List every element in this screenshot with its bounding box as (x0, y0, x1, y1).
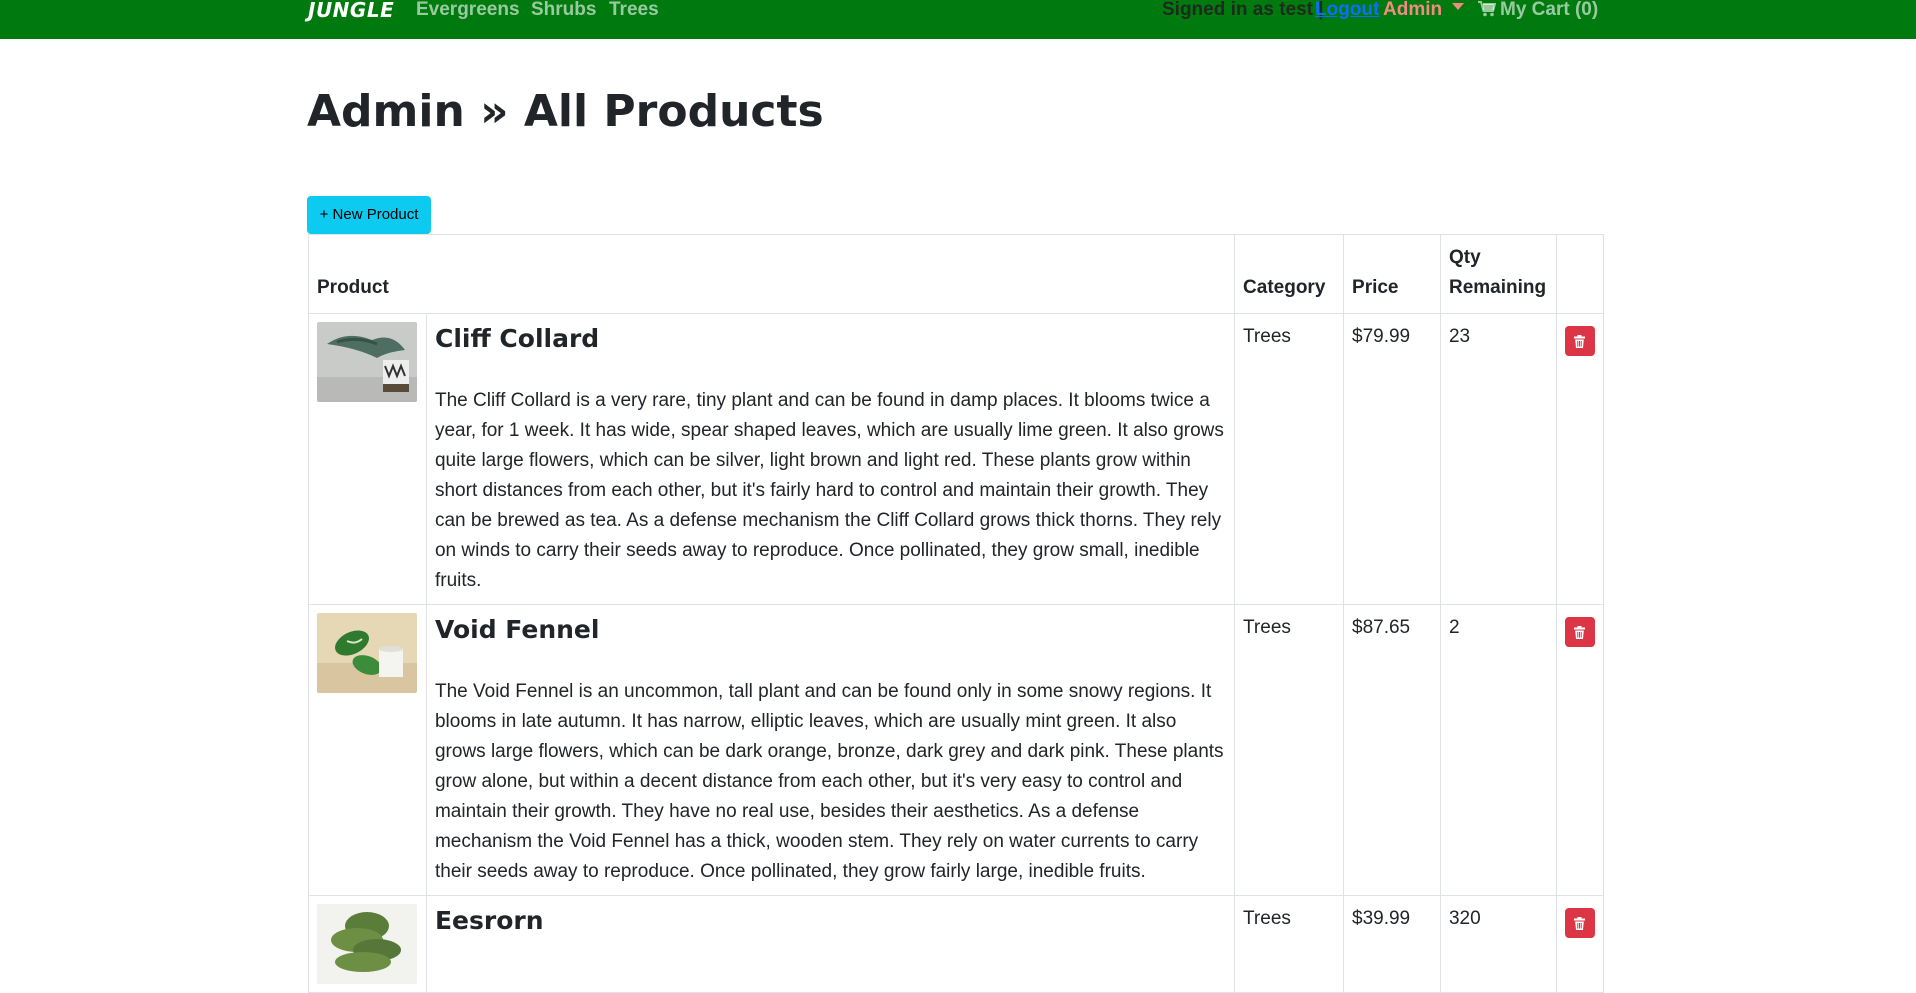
cart-icon (1478, 1, 1497, 17)
product-qty: 320 (1439, 895, 1557, 993)
trash-icon (1574, 916, 1586, 930)
product-info-cell: Eesrorn (425, 895, 1236, 993)
header-actions (1555, 234, 1605, 314)
product-image-cell (308, 604, 427, 896)
delete-product-button[interactable] (1564, 908, 1595, 938)
delete-product-button[interactable] (1564, 326, 1595, 356)
table-row: Cliff Collard The Cliff Collard is a ver… (308, 313, 1605, 605)
table-header-row: Product Category Price Qty Remaining (307, 234, 1605, 314)
header-price: Price (1343, 234, 1441, 314)
trash-icon (1574, 334, 1586, 348)
product-image (317, 613, 417, 693)
brand-logo[interactable]: JUNGLE (308, 0, 394, 22)
product-price: $79.99 (1343, 313, 1441, 605)
product-price: $87.65 (1343, 604, 1441, 896)
new-product-button[interactable]: + New Product (307, 196, 431, 234)
product-category: Trees (1234, 604, 1345, 896)
product-image-cell (308, 895, 427, 993)
product-info-cell: Cliff Collard The Cliff Collard is a ver… (425, 313, 1236, 605)
header-product: Product (307, 234, 1236, 314)
product-category: Trees (1234, 895, 1345, 993)
product-description: The Cliff Collard is a very rare, tiny p… (434, 390, 1224, 591)
signed-in-text: Signed in as test | (1162, 0, 1324, 20)
products-table: Product Category Price Qty Remaining Cli… (307, 234, 1605, 993)
product-qty: 2 (1439, 604, 1557, 896)
product-name: Void Fennel (434, 615, 600, 644)
product-description: The Void Fennel is an uncommon, tall pla… (434, 681, 1224, 882)
product-image-cell (308, 313, 427, 605)
nav-link-evergreens[interactable]: Evergreens (416, 0, 520, 21)
product-qty: 23 (1439, 313, 1557, 605)
product-actions-cell (1555, 895, 1605, 993)
admin-dropdown-label: Admin (1383, 0, 1443, 20)
cart-link[interactable]: My Cart (0) (1478, 0, 1598, 21)
caret-down-icon (1452, 3, 1465, 11)
product-price: $39.99 (1343, 895, 1441, 993)
product-image (317, 904, 417, 984)
product-actions-cell (1555, 604, 1605, 896)
nav-link-shrubs[interactable]: Shrubs (531, 0, 596, 21)
page-title: Admin » All Products (307, 86, 824, 137)
product-category: Trees (1234, 313, 1345, 605)
navbar: JUNGLE Evergreens Shrubs Trees Signed in… (0, 0, 1916, 39)
admin-dropdown[interactable]: Admin (1383, 0, 1465, 21)
nav-link-trees[interactable]: Trees (609, 0, 659, 21)
product-name: Eesrorn (434, 906, 544, 935)
header-qty: Qty Remaining (1439, 234, 1557, 314)
table-row: Eesrorn Trees $39.99 320 (308, 895, 1605, 993)
product-actions-cell (1555, 313, 1605, 605)
header-category: Category (1234, 234, 1345, 314)
table-row: Void Fennel The Void Fennel is an uncomm… (308, 604, 1605, 896)
delete-product-button[interactable] (1564, 617, 1595, 647)
product-name: Cliff Collard (434, 324, 600, 353)
logout-link[interactable]: Logout (1315, 0, 1379, 21)
product-info-cell: Void Fennel The Void Fennel is an uncomm… (425, 604, 1236, 896)
cart-label: My Cart (0) (1500, 0, 1599, 20)
trash-icon (1574, 625, 1586, 639)
product-image (317, 322, 417, 402)
